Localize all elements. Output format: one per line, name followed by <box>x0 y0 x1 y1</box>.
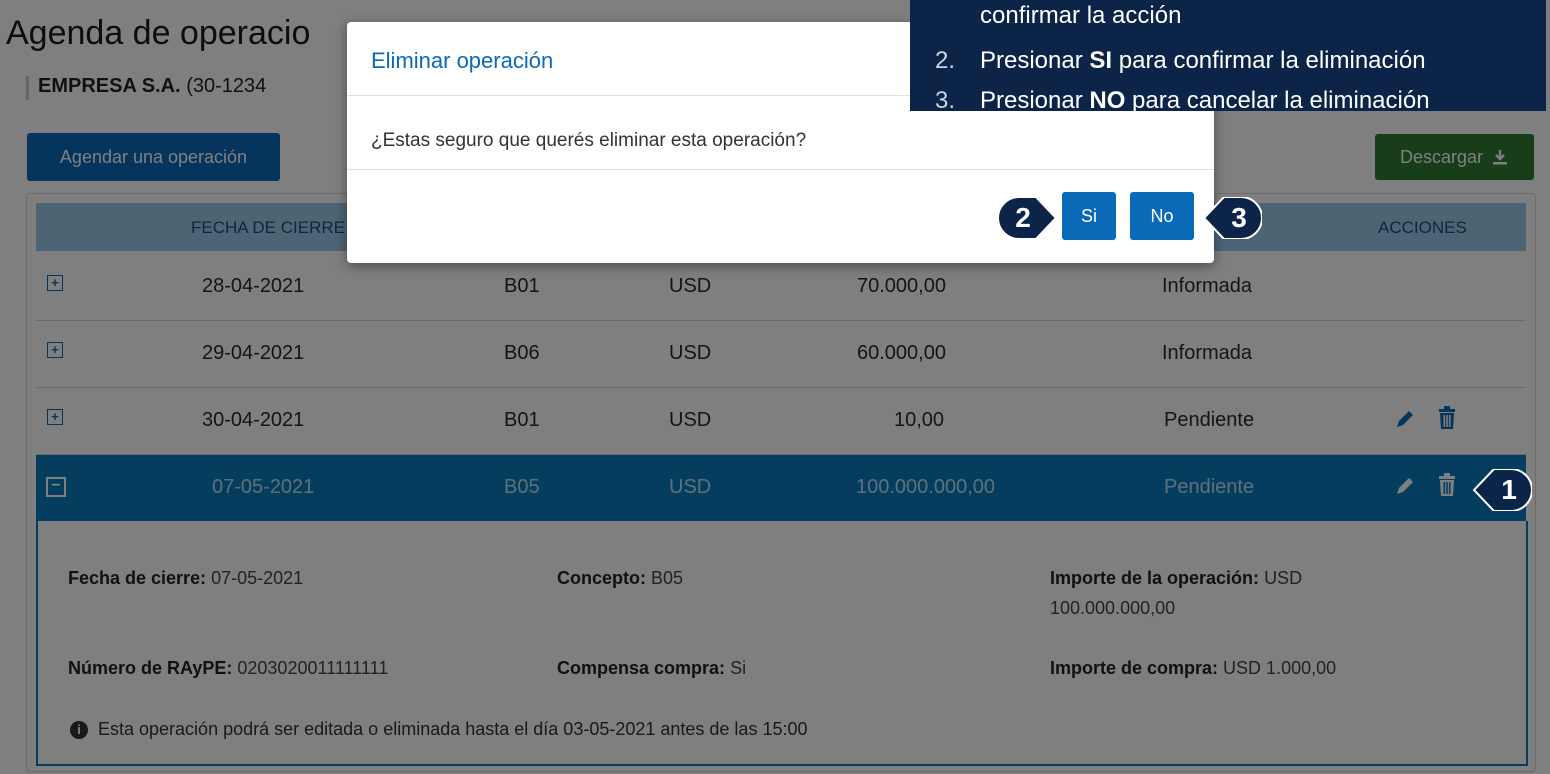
confirm-yes-button[interactable]: Si <box>1062 192 1116 240</box>
modal-message: ¿Estas seguro que querés eliminar esta o… <box>371 130 807 151</box>
callout-text-2a: Presionar <box>980 47 1090 74</box>
step-badge-2: 2 <box>998 197 1062 239</box>
confirm-no-button[interactable]: No <box>1130 192 1194 240</box>
callout-num-2: 2. <box>935 47 956 74</box>
modal-divider <box>347 169 1214 170</box>
callout-line-3: 3. Presionar NO para cancelar la eliminac… <box>935 87 1430 115</box>
step-badge-2-number: 2 <box>1015 202 1031 233</box>
modal-title: Eliminar operación <box>371 48 554 73</box>
callout-text-3a: Presionar <box>980 87 1090 114</box>
callout-num-3: 3. <box>935 87 956 114</box>
callout-line-1: confirmar la acción <box>980 2 1182 29</box>
callout-bold-no: NO <box>1089 87 1126 114</box>
callout-bold-si: SI <box>1089 47 1113 74</box>
step-badge-3-number: 3 <box>1231 202 1247 233</box>
step-badge-1-number: 1 <box>1501 474 1517 505</box>
step-badge-1: 1 <box>1468 469 1532 511</box>
callout-line-2: 2. Presionar SI para confirmar la elimina… <box>935 47 1426 75</box>
callout-text-2b: para confirmar la eliminación <box>1112 47 1426 74</box>
callout-text-3b: para cancelar la eliminación <box>1125 87 1430 114</box>
instruction-callout: confirmar la acción 2. Presionar SI para … <box>910 0 1546 114</box>
step-badge-3: 3 <box>1198 197 1262 239</box>
